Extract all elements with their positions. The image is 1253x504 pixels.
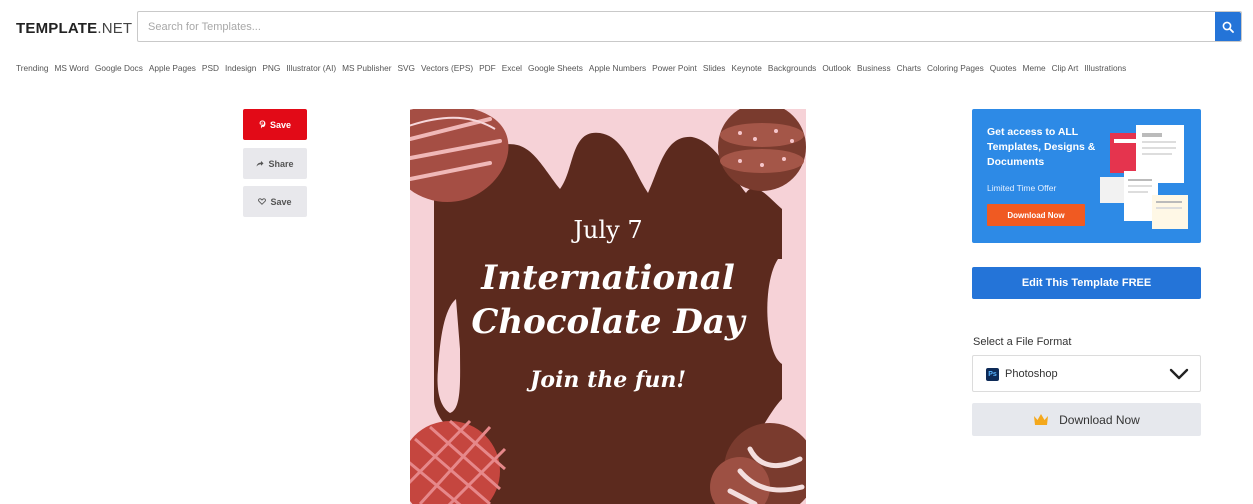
file-format-select[interactable]: Ps Photoshop — [972, 355, 1201, 392]
category-link[interactable]: Charts — [897, 63, 921, 77]
edit-template-button[interactable]: Edit This Template FREE — [972, 267, 1201, 299]
share-icon — [256, 161, 264, 167]
category-link[interactable]: Business — [857, 63, 891, 77]
category-link[interactable]: PSD — [202, 63, 219, 77]
category-link[interactable]: Backgrounds — [768, 63, 816, 77]
category-link[interactable]: Meme — [1023, 63, 1046, 77]
category-link[interactable]: Illustrations — [1084, 63, 1126, 77]
favorite-save-button[interactable]: Save — [243, 186, 307, 217]
category-link[interactable]: PNG — [262, 63, 280, 77]
promo-banner[interactable]: Get access to ALL Templates, Designs & D… — [972, 109, 1201, 243]
logo-light-text: .NET — [97, 20, 133, 37]
category-link[interactable]: Apple Pages — [149, 63, 196, 77]
file-format-label: Select a File Format — [973, 336, 1072, 348]
search-icon — [1222, 21, 1234, 33]
category-link[interactable]: Google Sheets — [528, 63, 583, 77]
preview-title: International Chocolate Day — [410, 256, 806, 344]
category-link[interactable]: Excel — [502, 63, 522, 77]
preview-date: July 7 — [573, 216, 643, 244]
category-link[interactable]: Slides — [703, 63, 726, 77]
category-link[interactable]: Indesign — [225, 63, 256, 77]
logo-bold-text: TEMPLATE — [16, 20, 98, 37]
file-format-value: Photoshop — [1005, 368, 1058, 380]
preview-title-line1: International — [481, 258, 735, 298]
promo-title: Get access to ALL Templates, Designs & D… — [987, 126, 1096, 168]
category-link[interactable]: Keynote — [731, 63, 761, 77]
preview-subtitle: Join the fun! — [529, 367, 687, 393]
category-link[interactable]: Power Point — [652, 63, 697, 77]
share-label: Share — [268, 158, 294, 169]
category-link[interactable]: Vectors (EPS) — [421, 63, 473, 77]
category-link[interactable]: Clip Art — [1052, 63, 1079, 77]
category-link[interactable]: PDF — [479, 63, 496, 77]
site-logo[interactable]: TEMPLATE.NET — [16, 20, 132, 37]
category-link[interactable]: Illustrator (AI) — [286, 63, 336, 77]
search-input[interactable] — [148, 12, 1208, 41]
template-preview[interactable]: July 7 International Chocolate Day Join … — [410, 109, 806, 504]
favorite-save-label: Save — [270, 196, 292, 207]
documents-illustration — [1100, 125, 1188, 229]
search-bar — [137, 11, 1242, 42]
category-link[interactable]: Apple Numbers — [589, 63, 646, 77]
pinterest-icon — [259, 120, 266, 129]
pinterest-save-label: Save — [269, 119, 292, 130]
category-link[interactable]: MS Publisher — [342, 63, 391, 77]
category-link[interactable]: Coloring Pages — [927, 63, 984, 77]
category-nav: Trending MS Word Google Docs Apple Pages PSD… — [16, 63, 1253, 77]
crown-icon — [1034, 414, 1049, 425]
pinterest-save-button[interactable]: Save — [243, 109, 307, 140]
promo-offer: Limited Time Offer — [987, 183, 1057, 193]
download-now-button[interactable]: Download Now — [972, 403, 1201, 436]
top-bar: TEMPLATE.NET — [0, 0, 1253, 56]
photoshop-icon: Ps — [986, 368, 999, 381]
category-link[interactable]: Outlook — [822, 63, 851, 77]
category-link[interactable]: Trending — [16, 63, 48, 77]
category-link[interactable]: SVG — [397, 63, 415, 77]
search-button[interactable] — [1215, 12, 1241, 41]
category-link[interactable]: MS Word — [54, 63, 88, 77]
chevron-down-icon — [1169, 368, 1189, 380]
heart-icon — [258, 198, 267, 205]
promo-download-button[interactable]: Download Now — [987, 204, 1085, 226]
preview-title-line2: Chocolate Day — [471, 302, 745, 342]
category-link[interactable]: Google Docs — [95, 63, 143, 77]
share-button[interactable]: Share — [243, 148, 307, 179]
download-now-label: Download Now — [1059, 412, 1140, 427]
category-link[interactable]: Quotes — [990, 63, 1017, 77]
